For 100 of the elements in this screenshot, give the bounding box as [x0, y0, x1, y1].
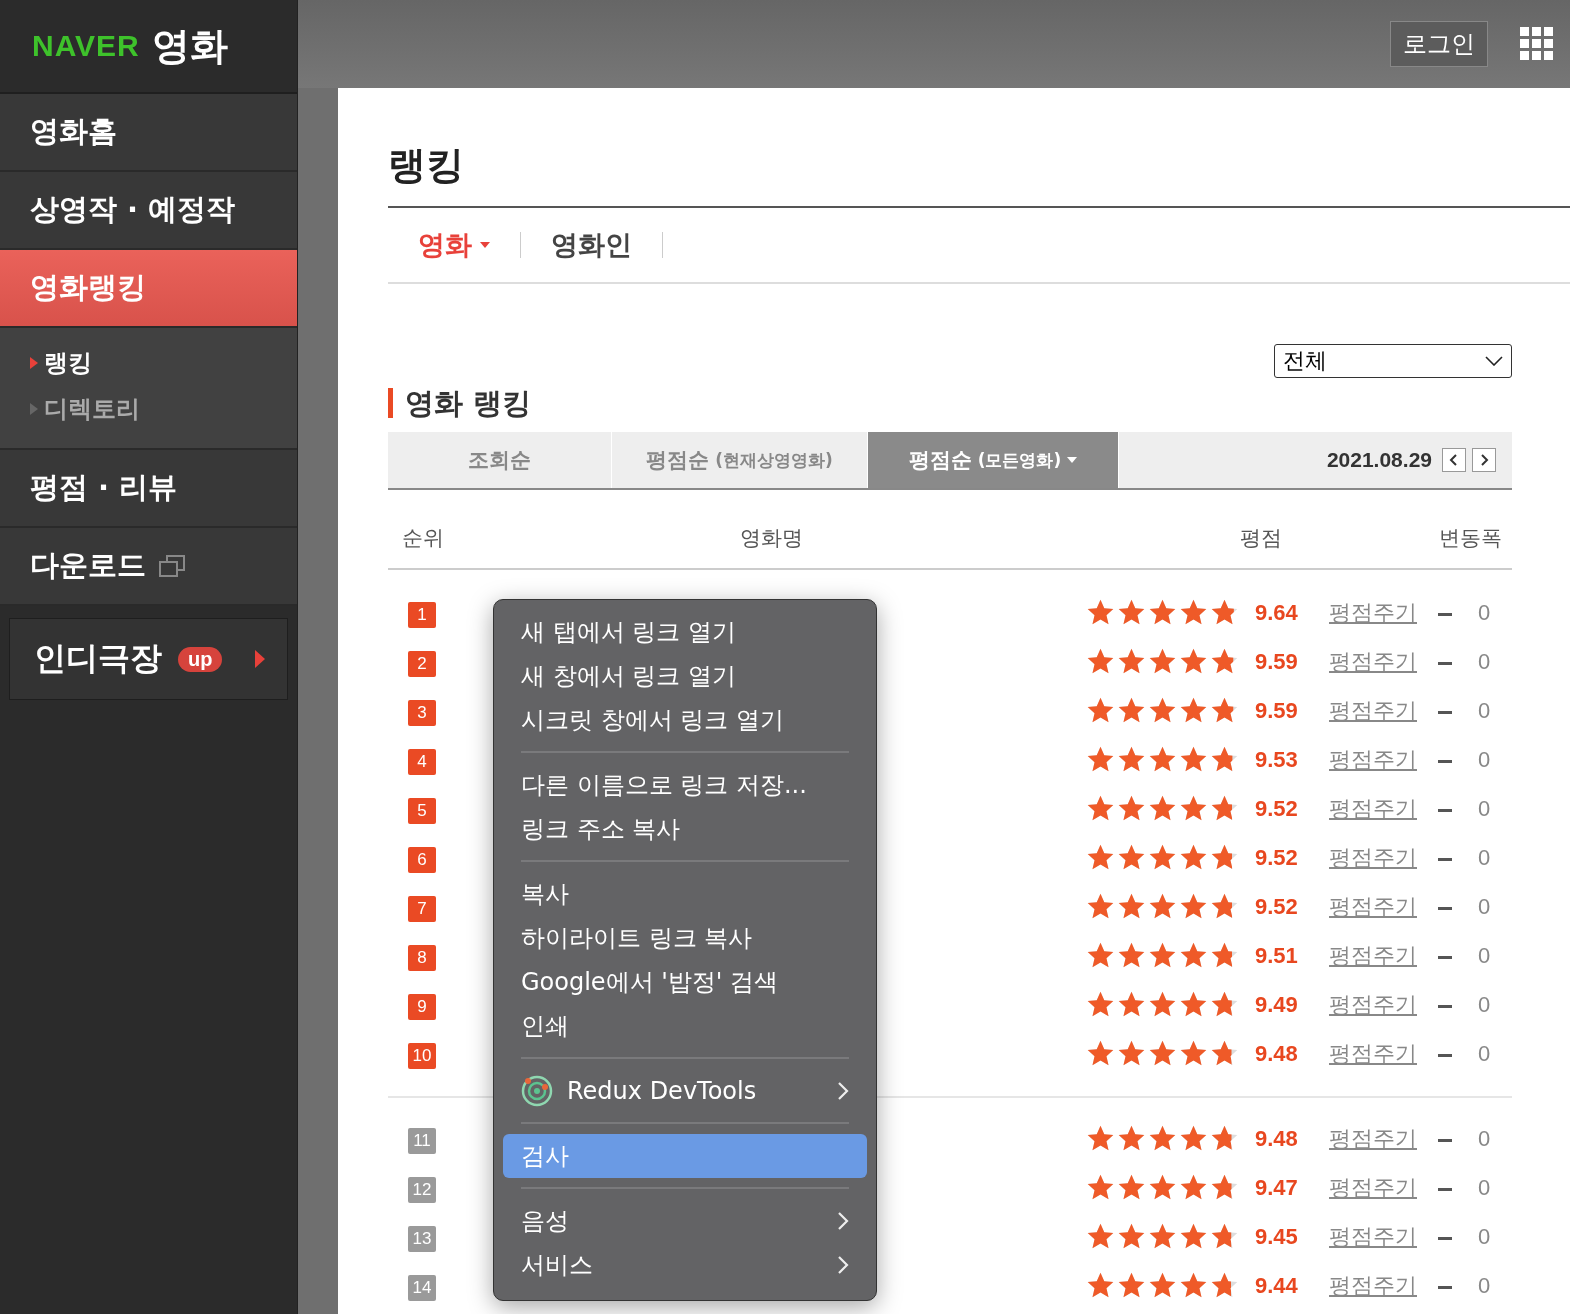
rating-score: 9.52: [1255, 894, 1298, 920]
triangle-right-icon: [30, 403, 38, 415]
rating-score: 9.52: [1255, 796, 1298, 822]
page-title: 랭킹: [388, 140, 1570, 208]
menu-item[interactable]: 링크 주소 복사: [503, 807, 867, 851]
rate-link[interactable]: 평점주기: [1329, 598, 1417, 628]
rank-change: 0: [1478, 992, 1491, 1018]
filter-dropdown[interactable]: 전체: [1274, 344, 1512, 378]
rank-badge: 12: [408, 1177, 436, 1203]
menu-item[interactable]: 복사: [503, 872, 867, 916]
rating-score: 9.64: [1255, 600, 1298, 626]
menu-item[interactable]: 시크릿 창에서 링크 열기: [503, 698, 867, 742]
extension-icon: [521, 1075, 553, 1107]
brand-logo[interactable]: NAVER: [32, 29, 140, 63]
rate-link[interactable]: 평점주기: [1329, 941, 1417, 971]
chevron-left-icon: [1449, 454, 1459, 466]
sidebar-item[interactable]: 상영작 · 예정작: [0, 172, 297, 250]
rank-change: 0: [1478, 1273, 1491, 1299]
up-badge: up: [178, 646, 223, 672]
chevron-right-icon: [1479, 454, 1489, 466]
rank-change: 0: [1478, 1224, 1491, 1250]
no-change-icon: [1438, 662, 1452, 665]
rate-link[interactable]: 평점주기: [1329, 647, 1417, 677]
menu-item[interactable]: Redux DevTools: [503, 1069, 867, 1113]
no-change-icon: [1438, 956, 1452, 959]
rate-link[interactable]: 평점주기: [1329, 794, 1417, 824]
rating-score: 9.47: [1255, 1175, 1298, 1201]
no-change-icon: [1438, 1188, 1452, 1191]
rank-change: 0: [1478, 600, 1491, 626]
menu-item[interactable]: 음성: [503, 1199, 867, 1243]
rank-change: 0: [1478, 1175, 1491, 1201]
rating-score: 9.51: [1255, 943, 1298, 969]
login-button[interactable]: 로그인: [1390, 21, 1488, 67]
column-header: 영화명: [740, 525, 803, 552]
category-tab[interactable]: 영화인: [551, 227, 632, 263]
rank-badge: 10: [408, 1043, 436, 1069]
rating-score: 9.59: [1255, 698, 1298, 724]
rate-link[interactable]: 평점주기: [1329, 696, 1417, 726]
apps-grid-icon[interactable]: [1520, 27, 1554, 61]
rating-score: 9.48: [1255, 1126, 1298, 1152]
rate-link[interactable]: 평점주기: [1329, 745, 1417, 775]
no-change-icon: [1438, 809, 1452, 812]
rank-badge: 3: [408, 700, 436, 726]
rank-badge: 1: [408, 602, 436, 628]
next-date-button[interactable]: [1472, 448, 1496, 472]
no-change-icon: [1438, 1286, 1452, 1289]
chevron-down-icon: [1485, 356, 1503, 366]
column-header: 평점: [1240, 525, 1282, 552]
triangle-right-icon: [30, 357, 38, 369]
sidebar-item[interactable]: 평점 · 리뷰: [0, 450, 297, 528]
no-change-icon: [1438, 613, 1452, 616]
service-title: 영화: [151, 22, 228, 70]
no-change-icon: [1438, 1054, 1452, 1057]
rating-score: 9.44: [1255, 1273, 1298, 1299]
menu-item[interactable]: 서비스: [503, 1243, 867, 1287]
indie-theater-banner[interactable]: 인디극장 up: [9, 618, 288, 700]
sidebar-subitem[interactable]: 랭킹: [0, 340, 297, 386]
ranking-date: 2021.08.29: [1326, 448, 1432, 472]
rank-badge: 13: [408, 1226, 436, 1252]
previous-date-button[interactable]: [1442, 448, 1466, 472]
rate-link[interactable]: 평점주기: [1329, 1173, 1417, 1203]
menu-item[interactable]: Google에서 '밥정' 검색: [503, 960, 867, 1004]
menu-item[interactable]: 하이라이트 링크 복사: [503, 916, 867, 960]
sidebar-subitem[interactable]: 디렉토리: [0, 386, 297, 432]
rating-score: 9.45: [1255, 1224, 1298, 1250]
rating-score: 9.49: [1255, 992, 1298, 1018]
rank-badge: 4: [408, 749, 436, 775]
sidebar-item[interactable]: 영화홈: [0, 94, 297, 172]
sidebar-item[interactable]: 영화랭킹: [0, 250, 297, 328]
category-tab[interactable]: 영화: [418, 227, 490, 263]
caret-down-icon: [1067, 457, 1078, 463]
rank-badge: 11: [408, 1128, 436, 1154]
menu-item[interactable]: 새 탭에서 링크 열기: [503, 610, 867, 654]
sidebar-item[interactable]: 다운로드: [0, 528, 297, 606]
rating-score: 9.53: [1255, 747, 1298, 773]
rate-link[interactable]: 평점주기: [1329, 843, 1417, 873]
rank-badge: 6: [408, 847, 436, 873]
rank-badge: 14: [408, 1275, 436, 1301]
rate-link[interactable]: 평점주기: [1329, 990, 1417, 1020]
promo-label: 인디극장: [34, 638, 162, 679]
rank-change: 0: [1478, 1041, 1491, 1067]
arrow-right-icon: [255, 650, 265, 668]
menu-item[interactable]: 다른 이름으로 링크 저장...: [503, 763, 867, 807]
rate-link[interactable]: 평점주기: [1329, 1222, 1417, 1252]
sort-tab[interactable]: 평점순 (모든영화): [868, 432, 1119, 488]
rate-link[interactable]: 평점주기: [1329, 1039, 1417, 1069]
rank-change: 0: [1478, 845, 1491, 871]
menu-item[interactable]: 인쇄: [503, 1004, 867, 1048]
rate-link[interactable]: 평점주기: [1329, 1271, 1417, 1301]
section-title: 영화 랭킹: [388, 388, 1570, 418]
rank-change: 0: [1478, 747, 1491, 773]
rank-change: 0: [1478, 698, 1491, 724]
rate-link[interactable]: 평점주기: [1329, 892, 1417, 922]
no-change-icon: [1438, 711, 1452, 714]
column-header: 변동폭: [1439, 525, 1502, 552]
rank-badge: 5: [408, 798, 436, 824]
rate-link[interactable]: 평점주기: [1329, 1124, 1417, 1154]
menu-item[interactable]: 새 창에서 링크 열기: [503, 654, 867, 698]
rank-change: 0: [1478, 649, 1491, 675]
rank-badge: 8: [408, 945, 436, 971]
